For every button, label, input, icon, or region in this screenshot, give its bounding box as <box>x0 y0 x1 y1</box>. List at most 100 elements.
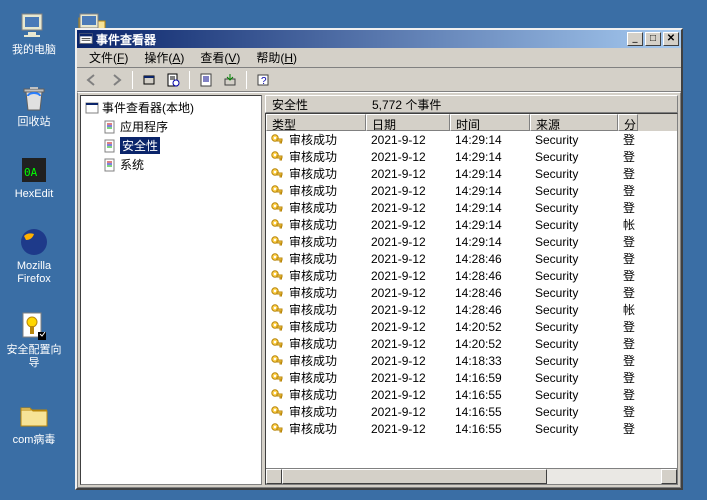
menu-h[interactable]: 帮助(H) <box>248 47 305 68</box>
col-header-source[interactable]: 来源 <box>530 114 618 131</box>
cell-type: 审核成功 <box>284 369 366 386</box>
cell-type: 审核成功 <box>284 403 366 420</box>
cell-source: Security <box>530 388 618 402</box>
window-title: 事件查看器 <box>96 31 625 48</box>
desktop-icon-4[interactable]: Mozilla Firefox <box>4 226 64 286</box>
table-row[interactable]: 审核成功2021-9-1214:18:33Security登 <box>266 352 677 369</box>
col-header-category[interactable]: 分 <box>618 114 638 131</box>
cell-time: 14:28:46 <box>450 286 530 300</box>
table-row[interactable]: 审核成功2021-9-1214:28:46Security帐 <box>266 301 677 318</box>
cell-type: 审核成功 <box>284 233 366 250</box>
cell-time: 14:28:46 <box>450 269 530 283</box>
cell-date: 2021-9-12 <box>366 320 450 334</box>
table-row[interactable]: 审核成功2021-9-1214:28:46Security登 <box>266 284 677 301</box>
cell-time: 14:29:14 <box>450 150 530 164</box>
desktop-icon-label: Mozilla Firefox <box>4 260 64 286</box>
cell-time: 14:20:52 <box>450 337 530 351</box>
back-button[interactable] <box>81 70 103 90</box>
cell-source: Security <box>530 252 618 266</box>
desktop-icon-label: 回收站 <box>4 116 64 129</box>
svg-text:0A: 0A <box>24 166 38 179</box>
table-row[interactable]: 审核成功2021-9-1214:29:14Security登 <box>266 199 677 216</box>
table-row[interactable]: 审核成功2021-9-1214:16:55Security登 <box>266 420 677 437</box>
properties-button[interactable] <box>162 70 184 90</box>
cell-source: Security <box>530 133 618 147</box>
desktop-icon-image <box>18 10 50 42</box>
scroll-thumb[interactable] <box>282 469 547 484</box>
table-row[interactable]: 审核成功2021-9-1214:20:52Security登 <box>266 318 677 335</box>
table-row[interactable]: 审核成功2021-9-1214:29:14Security登 <box>266 131 677 148</box>
cell-source: Security <box>530 371 618 385</box>
forward-button[interactable] <box>105 70 127 90</box>
scroll-left-button[interactable] <box>266 469 282 484</box>
table-row[interactable]: 审核成功2021-9-1214:29:14Security登 <box>266 233 677 250</box>
menu-a[interactable]: 操作(A) <box>136 47 192 68</box>
cell-type: 审核成功 <box>284 318 366 335</box>
cell-date: 2021-9-12 <box>366 354 450 368</box>
cell-date: 2021-9-12 <box>366 269 450 283</box>
table-row[interactable]: 审核成功2021-9-1214:29:14Security登 <box>266 148 677 165</box>
tree-item-1[interactable]: 安全性 <box>101 136 259 155</box>
cell-time: 14:20:52 <box>450 320 530 334</box>
cell-source: Security <box>530 150 618 164</box>
menu-v[interactable]: 查看(V) <box>192 47 248 68</box>
cell-category: 帐 <box>618 216 638 233</box>
scroll-right-button[interactable] <box>661 469 677 484</box>
desktop-icon-2[interactable]: 回收站 <box>4 82 64 129</box>
help-button[interactable]: ? <box>252 70 274 90</box>
cell-time: 14:29:14 <box>450 133 530 147</box>
app-icon <box>79 32 93 46</box>
tree-item-2[interactable]: 系统 <box>101 155 259 174</box>
success-audit-icon <box>270 150 284 164</box>
col-header-type[interactable]: 类型 <box>266 114 366 131</box>
cell-time: 14:29:14 <box>450 184 530 198</box>
cell-category: 登 <box>618 369 638 386</box>
tree-root[interactable]: 事件查看器(本地) <box>83 98 259 117</box>
table-row[interactable]: 审核成功2021-9-1214:20:52Security登 <box>266 335 677 352</box>
cell-type: 审核成功 <box>284 352 366 369</box>
refresh-button[interactable] <box>195 70 217 90</box>
col-header-time[interactable]: 时间 <box>450 114 530 131</box>
cell-date: 2021-9-12 <box>366 388 450 402</box>
cell-date: 2021-9-12 <box>366 337 450 351</box>
success-audit-icon <box>270 133 284 147</box>
success-audit-icon <box>270 371 284 385</box>
table-row[interactable]: 审核成功2021-9-1214:28:46Security登 <box>266 267 677 284</box>
horizontal-scrollbar[interactable] <box>266 468 677 484</box>
cell-type: 审核成功 <box>284 284 366 301</box>
titlebar[interactable]: 事件查看器 _ □ ✕ <box>77 30 681 48</box>
desktop-icon-label: 我的电脑 <box>4 44 64 57</box>
table-row[interactable]: 审核成功2021-9-1214:29:14Security登 <box>266 165 677 182</box>
pane-header: 安全性 5,772 个事件 <box>265 95 678 113</box>
cell-time: 14:18:33 <box>450 354 530 368</box>
cell-type: 审核成功 <box>284 165 366 182</box>
maximize-button[interactable]: □ <box>645 32 661 46</box>
table-row[interactable]: 审核成功2021-9-1214:16:55Security登 <box>266 386 677 403</box>
table-row[interactable]: 审核成功2021-9-1214:29:14Security帐 <box>266 216 677 233</box>
event-viewer-window: 事件查看器 _ □ ✕ 文件(F)操作(A)查看(V)帮助(H) ? 事件查看器… <box>75 28 683 490</box>
desktop-icon-0[interactable]: 我的电脑 <box>4 10 64 57</box>
table-row[interactable]: 审核成功2021-9-1214:28:46Security登 <box>266 250 677 267</box>
cell-source: Security <box>530 286 618 300</box>
list-body[interactable]: 审核成功2021-9-1214:29:14Security登审核成功2021-9… <box>266 131 677 468</box>
up-button[interactable] <box>138 70 160 90</box>
success-audit-icon <box>270 388 284 402</box>
minimize-button[interactable]: _ <box>627 32 643 46</box>
col-header-date[interactable]: 日期 <box>366 114 450 131</box>
desktop-icon-image: 0A <box>18 154 50 186</box>
cell-category: 登 <box>618 352 638 369</box>
table-row[interactable]: 审核成功2021-9-1214:16:55Security登 <box>266 403 677 420</box>
desktop-icon-6[interactable]: 安全配置向导 <box>4 310 64 370</box>
scroll-track[interactable] <box>282 469 661 484</box>
desktop-icon-3[interactable]: 0AHexEdit <box>4 154 64 201</box>
desktop-icon-8[interactable]: com病毒 <box>4 400 64 447</box>
close-button[interactable]: ✕ <box>663 32 679 46</box>
export-button[interactable] <box>219 70 241 90</box>
success-audit-icon <box>270 354 284 368</box>
tree-pane[interactable]: 事件查看器(本地) 应用程序安全性系统 <box>80 95 262 485</box>
table-row[interactable]: 审核成功2021-9-1214:16:59Security登 <box>266 369 677 386</box>
tree-item-0[interactable]: 应用程序 <box>101 117 259 136</box>
tree-root-icon <box>85 101 99 115</box>
table-row[interactable]: 审核成功2021-9-1214:29:14Security登 <box>266 182 677 199</box>
menu-f[interactable]: 文件(F) <box>81 47 136 68</box>
